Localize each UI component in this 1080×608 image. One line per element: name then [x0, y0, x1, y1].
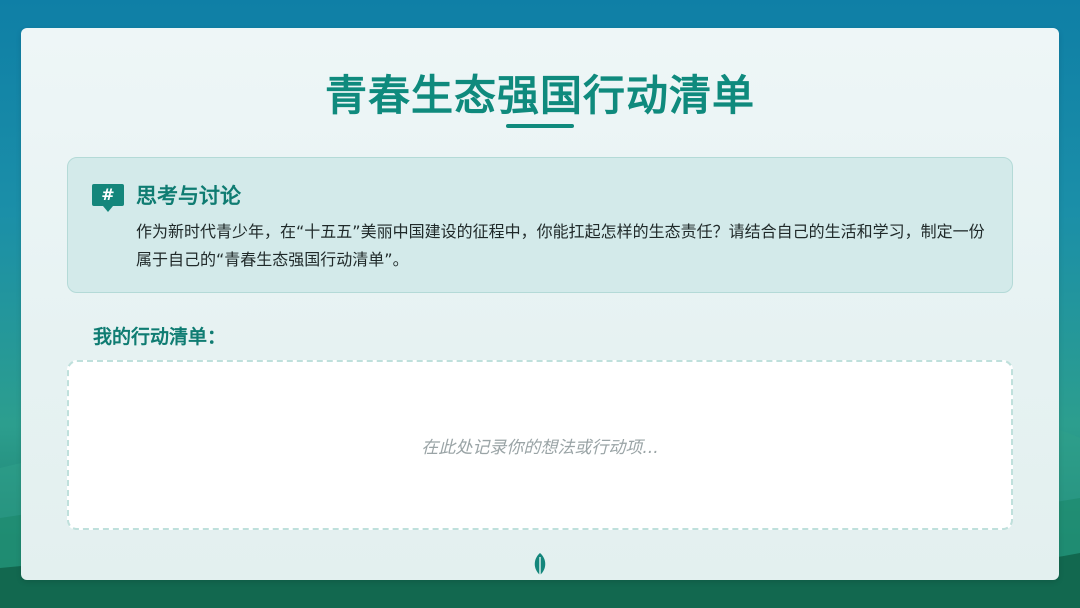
slide-card: 青春生态强国行动清单 # 思考与讨论 作为新时代青少年，在“十五五”美丽中国建设… — [21, 28, 1059, 580]
discussion-prompt: 作为新时代青少年，在“十五五”美丽中国建设的征程中，你能扛起怎样的生态责任？请结… — [136, 222, 985, 269]
discussion-heading: 思考与讨论 — [136, 184, 241, 208]
page-title: 青春生态强国行动清单 — [324, 71, 755, 120]
action-notes-input[interactable]: 在此处记录你的想法或行动项... — [67, 360, 1013, 530]
leaf-icon — [534, 553, 546, 577]
title-underline — [506, 124, 574, 128]
discussion-panel: # 思考与讨论 作为新时代青少年，在“十五五”美丽中国建设的征程中，你能扛起怎样… — [67, 157, 1013, 293]
discussion-header: # 思考与讨论 — [92, 180, 241, 212]
action-list-label: 我的行动清单： — [93, 326, 227, 348]
notes-placeholder: 在此处记录你的想法或行动项... — [421, 437, 659, 458]
hash-icon: # — [92, 184, 124, 212]
